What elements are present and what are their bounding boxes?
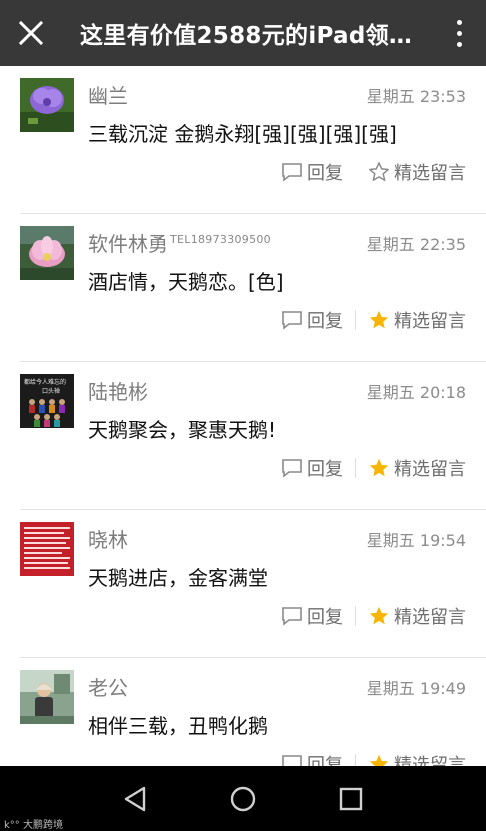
- comment-actions: 回复 精选留言: [281, 306, 466, 334]
- comment-time: 星期五 19:49: [366, 679, 466, 698]
- nav-home-button[interactable]: [226, 782, 260, 816]
- more-menu-button[interactable]: [446, 14, 472, 52]
- feature-comment-button[interactable]: 精选留言: [368, 751, 466, 766]
- comment-text: 三载沉淀 金鹅永翔[强][强][强][强]: [88, 122, 397, 146]
- watermark-logo-icon: k°°: [4, 820, 23, 831]
- close-button[interactable]: [0, 0, 62, 66]
- comment-author: 陆艳彬: [88, 380, 148, 404]
- system-navigation-bar: [0, 766, 486, 831]
- comment-text: 天鹅进店，金客满堂: [88, 566, 268, 590]
- comment-text: 酒店情，天鹅恋。[色]: [88, 270, 284, 294]
- comment-author: 晓林: [88, 528, 128, 552]
- reply-button[interactable]: 回复: [281, 307, 343, 333]
- watermark: k°° 大鹏跨境: [4, 820, 63, 831]
- comment-item: 软件林勇 TEL18973309500 星期五 22:35 酒店情，天鹅恋。[色]…: [0, 214, 486, 362]
- reply-icon: [282, 311, 302, 330]
- back-triangle-icon: [124, 786, 146, 812]
- feature-comment-button[interactable]: 精选留言: [368, 159, 466, 185]
- feature-comment-button[interactable]: 精选留言: [368, 603, 466, 629]
- comment-actions: 回复 精选留言: [281, 750, 466, 766]
- svg-text:都给今人难忘的: 都给今人难忘的: [24, 378, 66, 386]
- feature-comment-button[interactable]: 精选留言: [368, 307, 466, 333]
- comment-time: 星期五 19:54: [366, 531, 466, 550]
- star-filled-icon: [369, 606, 389, 625]
- reply-button[interactable]: 回复: [281, 455, 343, 481]
- close-icon: [19, 21, 43, 45]
- star-filled-icon: [369, 458, 389, 477]
- feature-comment-button[interactable]: 精选留言: [368, 455, 466, 481]
- avatar[interactable]: [20, 78, 74, 132]
- star-filled-icon: [369, 310, 389, 329]
- comment-time: 星期五 23:53: [366, 87, 466, 106]
- comment-author: 软件林勇 TEL18973309500: [88, 232, 271, 256]
- avatar[interactable]: 都给今人难忘的 口头禅: [20, 374, 74, 428]
- comment-item: 晓林 星期五 19:54 天鹅进店，金客满堂 回复 精选留言: [0, 510, 486, 658]
- star-outline-icon: [369, 162, 389, 181]
- comment-actions: 回复 精选留言: [281, 454, 466, 482]
- comment-list[interactable]: 幽兰 星期五 23:53 三载沉淀 金鹅永翔[强][强][强][强] 回复 精选…: [0, 66, 486, 766]
- reply-button[interactable]: 回复: [281, 603, 343, 629]
- star-filled-icon: [369, 754, 389, 766]
- reply-icon: [282, 607, 302, 626]
- reply-icon: [282, 459, 302, 478]
- reply-button[interactable]: 回复: [281, 751, 343, 766]
- avatar[interactable]: [20, 522, 74, 576]
- comment-time: 星期五 20:18: [366, 383, 466, 402]
- nav-back-button[interactable]: [118, 782, 152, 816]
- avatar[interactable]: [20, 226, 74, 280]
- more-vertical-icon: [456, 19, 462, 25]
- svg-text:口头禅: 口头禅: [42, 387, 60, 395]
- comment-text: 天鹅聚会，聚惠天鹅!: [88, 418, 277, 442]
- recents-square-icon: [339, 787, 363, 811]
- comment-item: 老公 星期五 19:49 相伴三载，丑鸭化鹅 回复 精选留言: [0, 658, 486, 766]
- comment-text: 相伴三载，丑鸭化鹅: [88, 714, 268, 738]
- avatar[interactable]: [20, 670, 74, 724]
- reply-icon: [282, 755, 302, 766]
- comment-item: 幽兰 星期五 23:53 三载沉淀 金鹅永翔[强][强][强][强] 回复 精选…: [0, 66, 486, 214]
- home-circle-icon: [230, 786, 256, 812]
- page-title: 这里有价值2588元的iPad领…: [80, 23, 410, 49]
- comment-author: 幽兰: [88, 84, 128, 108]
- comment-actions: 回复 精选留言: [281, 602, 466, 630]
- comment-item: 都给今人难忘的 口头禅 陆艳彬 星期五 20:18 天鹅聚会，聚惠天鹅! 回复 …: [0, 362, 486, 510]
- top-app-bar: 这里有价值2588元的iPad领…: [0, 0, 486, 66]
- reply-button[interactable]: 回复: [281, 159, 343, 185]
- comment-author: 老公: [88, 676, 128, 700]
- comment-time: 星期五 22:35: [366, 235, 466, 254]
- comment-actions: 回复 精选留言: [281, 158, 466, 186]
- reply-icon: [282, 163, 302, 182]
- nav-recents-button[interactable]: [334, 782, 368, 816]
